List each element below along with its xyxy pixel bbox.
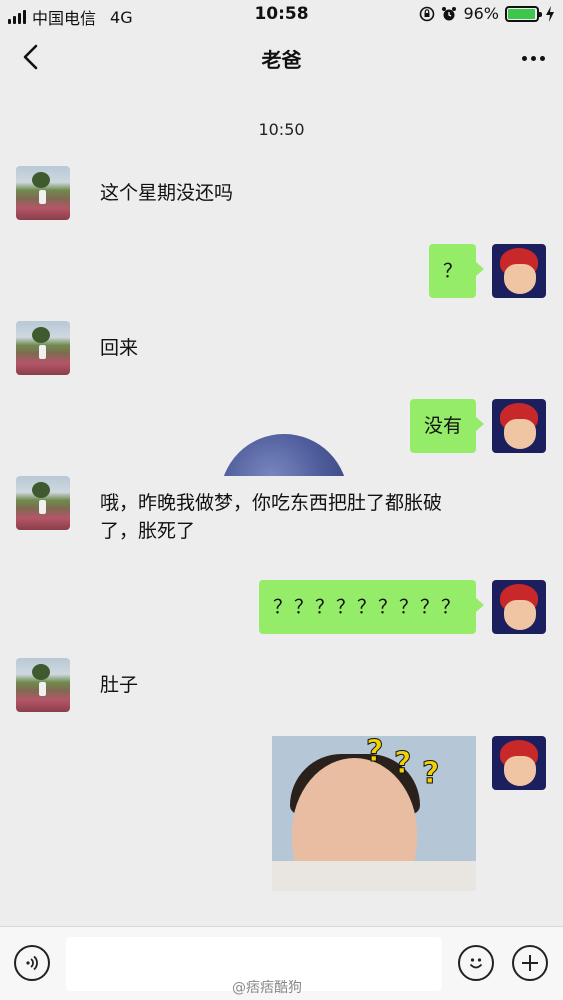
dad-avatar[interactable] xyxy=(16,321,70,375)
dad-avatar[interactable] xyxy=(16,658,70,712)
message-bubble-incoming[interactable]: 这个星期没还吗 xyxy=(86,166,248,220)
my-avatar[interactable] xyxy=(492,244,546,298)
my-avatar[interactable] xyxy=(492,736,546,790)
message-bubble-outgoing[interactable]: 没有 xyxy=(409,399,485,453)
add-more-icon[interactable] xyxy=(512,945,548,981)
message-bubble-outgoing[interactable]: ？ xyxy=(428,244,485,298)
battery-icon xyxy=(505,5,542,22)
dad-avatar[interactable] xyxy=(16,476,70,530)
alarm-icon xyxy=(442,6,457,20)
message-bubble-incoming[interactable]: 回来 xyxy=(86,321,153,375)
message-bubble-outgoing[interactable]: ？？？？？？？？？ xyxy=(258,580,485,634)
my-avatar[interactable] xyxy=(492,580,546,634)
my-avatar[interactable] xyxy=(492,399,546,453)
message-bubble-incoming[interactable]: 哦，昨晚我做梦，你吃东西把肚了都胀破了，胀死了 xyxy=(86,476,476,558)
chat-title: 老爸 xyxy=(261,48,302,72)
sticker-question-mark: ? xyxy=(421,756,440,792)
orientation-lock-icon xyxy=(420,6,435,21)
battery-percent: 96% xyxy=(463,4,499,23)
sticker-question-mark: ? xyxy=(365,736,384,770)
confused-kid-sticker[interactable]: ? ? ? xyxy=(272,736,476,891)
message-list[interactable]: 10:50 这个星期没还吗 ？ 回来 没有 哦，昨晚我做梦，你吃东西把肚了都胀破… xyxy=(0,86,563,926)
input-toolbar: @痞痞酷狗 xyxy=(0,926,563,1000)
voice-input-icon[interactable] xyxy=(14,945,50,981)
chat-header: 老爸 xyxy=(0,30,563,86)
dad-avatar[interactable] xyxy=(16,166,70,220)
watermark: @痞痞酷狗 xyxy=(232,980,302,996)
emoji-icon[interactable] xyxy=(458,945,494,981)
message-timestamp: 10:50 xyxy=(258,120,305,139)
charging-icon xyxy=(546,5,554,22)
sticker-question-mark: ? xyxy=(393,746,412,782)
more-options-icon[interactable] xyxy=(522,56,545,61)
status-bar: 中国电信 4G 10:58 96% xyxy=(0,0,563,30)
message-bubble-incoming[interactable]: 肚子 xyxy=(86,658,153,712)
